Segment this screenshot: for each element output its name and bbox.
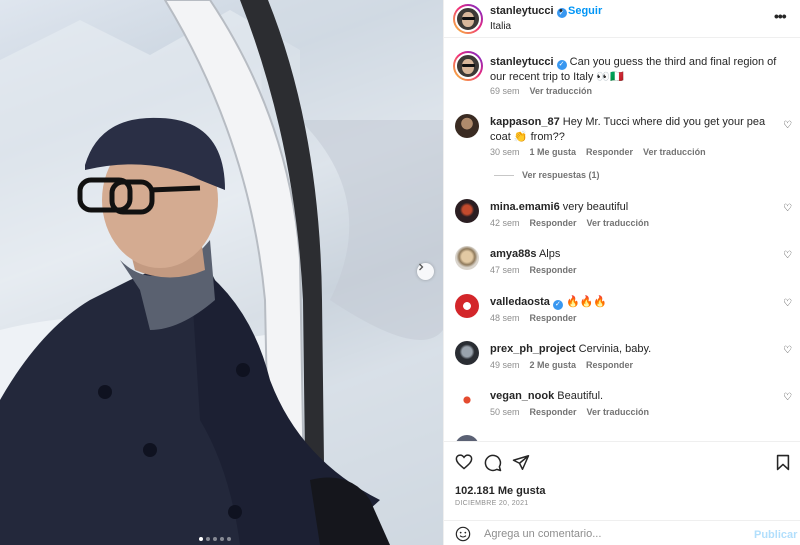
comment-meta: 49 sem 2 Me gusta Responder: [490, 360, 633, 370]
more-options-icon[interactable]: •••: [774, 8, 787, 24]
likes-count[interactable]: 102.181 Me gusta: [455, 485, 546, 497]
save-bookmark-icon[interactable]: [776, 454, 790, 471]
post-header: stanleytucci ✓ • Seguir Italia •••: [444, 0, 800, 38]
reply-button[interactable]: Responder: [530, 407, 577, 417]
like-comment-heart-icon[interactable]: ♡: [783, 120, 792, 131]
carousel-dot: [206, 537, 210, 541]
comment-text-block: amya88s Alps: [490, 247, 780, 262]
comment-avatar[interactable]: [455, 388, 479, 412]
caption-meta: 69 sem Ver traducción: [490, 86, 592, 96]
caption-time[interactable]: 69 sem: [490, 86, 520, 96]
comment-time[interactable]: 48 sem: [490, 313, 520, 323]
comment-text-block: valledaosta ✓ 🔥🔥🔥: [490, 295, 780, 310]
translate-link[interactable]: Ver traducción: [587, 407, 650, 417]
comment-text: very beautiful: [562, 201, 629, 213]
comment-likes[interactable]: 2 Me gusta: [530, 360, 577, 370]
caption-username[interactable]: stanleytucci: [490, 56, 554, 68]
post-actions: 102.181 Me gusta DICIEMBRE 20, 2021 Publ…: [444, 441, 800, 545]
reply-button[interactable]: Responder: [586, 360, 633, 370]
replies-divider: [494, 174, 514, 176]
carousel-dots: [199, 537, 231, 541]
carousel-dot: [227, 537, 231, 541]
comment-time[interactable]: 49 sem: [490, 360, 520, 370]
comment-time[interactable]: 50 sem: [490, 407, 520, 417]
like-comment-heart-icon[interactable]: ♡: [783, 392, 792, 403]
caption-avatar[interactable]: [453, 51, 483, 81]
comment-username[interactable]: valledaosta: [490, 296, 550, 308]
caption-text-block: stanleytucci ✓ Can you guess the third an…: [490, 55, 780, 85]
carousel-dot: [220, 537, 224, 541]
comment-meta: 30 sem 1 Me gusta Responder Ver traducci…: [490, 147, 706, 157]
comment-avatar[interactable]: [455, 199, 479, 223]
comment-meta: 47 sem Responder: [490, 265, 577, 275]
like-comment-heart-icon[interactable]: ♡: [783, 203, 792, 214]
comment-time[interactable]: 42 sem: [490, 218, 520, 228]
carousel-dot: [213, 537, 217, 541]
view-replies-label: Ver respuestas (1): [522, 170, 600, 180]
post-date: DICIEMBRE 20, 2021: [455, 500, 529, 507]
comment-username[interactable]: kappason_87: [490, 116, 560, 128]
author-username[interactable]: stanleytucci ✓: [490, 5, 567, 18]
comment-text-block: mina.emami6 very beautiful: [490, 200, 780, 215]
carousel-next-button[interactable]: [417, 263, 434, 280]
translate-link[interactable]: Ver traducción: [587, 218, 650, 228]
verified-badge-icon: ✓: [556, 59, 567, 70]
carousel-dot: [199, 537, 203, 541]
share-send-icon[interactable]: [512, 454, 530, 471]
view-replies-button[interactable]: Ver respuestas (1): [494, 170, 600, 180]
publish-button[interactable]: Publicar: [754, 529, 797, 541]
comment-meta: 48 sem Responder: [490, 313, 577, 323]
comment-avatar[interactable]: [455, 294, 479, 318]
comment-text: Cervinia, baby.: [578, 343, 652, 355]
comment-time[interactable]: 47 sem: [490, 265, 520, 275]
comment-avatar[interactable]: [455, 114, 479, 138]
separator-dot: •: [559, 5, 563, 17]
emoji-icon[interactable]: [455, 526, 471, 542]
comment-text: Beautiful.: [557, 390, 604, 402]
comment-meta: 50 sem Responder Ver traducción: [490, 407, 649, 417]
post-photo[interactable]: [0, 0, 443, 545]
comment-username[interactable]: amya88s: [490, 248, 537, 260]
reply-button[interactable]: Responder: [530, 218, 577, 228]
comment-text: 🔥🔥🔥: [565, 296, 608, 308]
comment-avatar[interactable]: [455, 246, 479, 270]
comment-text-block: prex_ph_project Cervinia, baby.: [490, 342, 780, 357]
reply-button[interactable]: Responder: [530, 265, 577, 275]
photo-illustration: [0, 0, 443, 545]
post-side-panel: stanleytucci ✓ • Seguir Italia ••• stanle…: [443, 0, 800, 545]
comment-likes[interactable]: 1 Me gusta: [530, 147, 577, 157]
comment-username[interactable]: mina.emami6: [490, 201, 560, 213]
comment-avatar[interactable]: [455, 341, 479, 365]
post-location[interactable]: Italia: [490, 21, 511, 32]
comment-text-block: vegan_nook Beautiful.: [490, 389, 780, 404]
comment-time[interactable]: 30 sem: [490, 147, 520, 157]
comment-bubble-icon[interactable]: [484, 454, 502, 472]
like-comment-heart-icon[interactable]: ♡: [783, 250, 792, 261]
like-comment-heart-icon[interactable]: ♡: [783, 345, 792, 356]
author-avatar[interactable]: [453, 4, 483, 34]
comments-list[interactable]: stanleytucci ✓ Can you guess the third an…: [444, 38, 800, 441]
reply-button[interactable]: Responder: [586, 147, 633, 157]
reply-button[interactable]: Responder: [530, 313, 577, 323]
translate-link[interactable]: Ver traducción: [643, 147, 706, 157]
comment-meta: 42 sem Responder Ver traducción: [490, 218, 649, 228]
follow-button[interactable]: Seguir: [568, 5, 602, 17]
add-comment-bar: Publicar: [444, 520, 800, 545]
comment-username[interactable]: prex_ph_project: [490, 343, 576, 355]
comment-text: Alps: [538, 248, 561, 260]
comment-input[interactable]: [484, 526, 734, 542]
like-comment-heart-icon[interactable]: ♡: [783, 298, 792, 309]
caption-translate-link[interactable]: Ver traducción: [530, 86, 593, 96]
chevron-right-icon: [419, 263, 424, 271]
comment-username[interactable]: vegan_nook: [490, 390, 554, 402]
comment-text-block: kappason_87 Hey Mr. Tucci where did you …: [490, 115, 780, 145]
like-heart-icon[interactable]: [455, 454, 473, 470]
verified-badge-icon: ✓: [552, 299, 563, 310]
